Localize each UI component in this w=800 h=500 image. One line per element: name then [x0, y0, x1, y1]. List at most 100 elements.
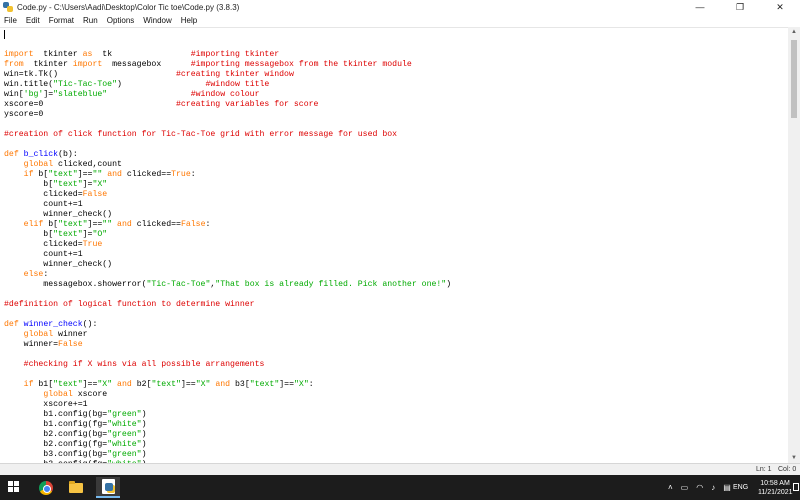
code-line: winner_check() [4, 210, 451, 220]
code-line: else: [4, 270, 451, 280]
wifi-icon[interactable]: ◠ [696, 483, 703, 492]
code-token: "text" [53, 230, 83, 239]
menu-window[interactable]: Window [143, 16, 171, 25]
code-line: import tkinter as tk #importing tkinter [4, 50, 451, 60]
code-line: winner_check() [4, 260, 451, 270]
notification-icon[interactable] [793, 483, 799, 491]
status-bar: Ln: 1 Col: 0 [0, 463, 800, 475]
code-token: "white" [107, 420, 142, 429]
menu-run[interactable]: Run [83, 16, 98, 25]
code-token: win[ [4, 90, 24, 99]
clock[interactable]: 10:58 AM 11/21/2021 [758, 479, 793, 497]
status-column: Col: 0 [778, 466, 797, 473]
chevron-up-icon[interactable]: ˄ [668, 483, 673, 492]
code-token: ) [141, 420, 147, 429]
code-token: xscore=0 [4, 100, 176, 109]
taskbar: ˄ ▭ ◠ ♪ ▤ ENG 10:58 AM 11/21/2021 [0, 475, 800, 500]
code-token: winner_check [23, 320, 83, 329]
volume-icon[interactable]: ♪ [711, 483, 715, 492]
code-editor[interactable]: import tkinter as tk #importing tkinter f… [0, 27, 788, 463]
network-icon[interactable]: ▤ [723, 483, 731, 492]
code-token: yscore=0 [4, 110, 44, 119]
code-token: b2.config(bg= [4, 430, 108, 439]
battery-icon[interactable]: ▭ [681, 483, 689, 492]
code-line: global clicked,count [4, 160, 451, 170]
vertical-scrollbar[interactable]: ▲ ▼ [788, 27, 800, 463]
code-token: b1.config(bg= [4, 410, 108, 419]
code-token: global [43, 390, 73, 399]
language-indicator[interactable]: ENG [733, 484, 748, 491]
code-token: import [72, 60, 103, 69]
code-line: winner=False [4, 340, 451, 350]
minimize-button[interactable]: — [680, 0, 720, 14]
scrollbar-thumb[interactable] [791, 40, 797, 118]
code-token: tkinter [33, 50, 83, 59]
menu-format[interactable]: Format [49, 16, 74, 25]
code-token: ]= [82, 230, 93, 239]
code-token: b1[ [33, 380, 54, 389]
code-token: False [58, 340, 83, 349]
maximize-button[interactable]: ❐ [720, 0, 760, 14]
clock-time: 10:58 AM [760, 480, 790, 487]
code-token: #creation of click function for Tic-Tac-… [4, 130, 398, 139]
code-token: winner [53, 330, 88, 339]
code-line: xscore=0 #creating variables for score [4, 100, 451, 110]
code-token: #definition of logical function to deter… [4, 300, 255, 309]
taskbar-file-explorer[interactable] [64, 477, 88, 498]
code-token: "green" [107, 410, 142, 419]
code-token: ]== [87, 220, 103, 229]
windows-start-icon[interactable] [8, 481, 20, 493]
code-line: global winner [4, 330, 451, 340]
code-line: def b_click(b): [4, 150, 451, 160]
menu-options[interactable]: Options [107, 16, 135, 25]
code-token: ) [141, 450, 147, 459]
code-token: clicked== [131, 220, 181, 229]
scroll-down-icon[interactable]: ▼ [788, 453, 800, 463]
code-token: and [117, 220, 132, 229]
code-token: : [308, 380, 314, 389]
code-token: if [23, 380, 34, 389]
code-token: xscore+=1 [4, 400, 88, 409]
code-token: False [82, 190, 108, 199]
code-token: tkinter [23, 60, 73, 69]
code-token: and [117, 380, 132, 389]
code-token: "white" [107, 440, 142, 449]
code-token: ) [446, 280, 452, 289]
close-button[interactable]: ✕ [760, 0, 800, 14]
code-token: #checking if X wins via all possible arr… [23, 360, 265, 369]
scroll-up-icon[interactable]: ▲ [788, 27, 800, 37]
python-idle-icon [3, 2, 13, 12]
code-line: b2.config(bg="green") [4, 430, 451, 440]
code-token: ) [141, 440, 147, 449]
code-token: "O" [92, 230, 108, 239]
menu-file[interactable]: File [4, 16, 17, 25]
code-line: xscore+=1 [4, 400, 451, 410]
code-line: #definition of logical function to deter… [4, 300, 451, 310]
code-token: global [23, 160, 54, 169]
code-token: b2[ [131, 380, 152, 389]
system-tray: ˄ ▭ ◠ ♪ ▤ [668, 475, 731, 500]
code-line: b["text"]="X" [4, 180, 451, 190]
taskbar-chrome[interactable] [34, 477, 58, 498]
code-token: "green" [107, 430, 142, 439]
code-line: #checking if X wins via all possible arr… [4, 360, 451, 370]
code-line: count+=1 [4, 200, 451, 210]
taskbar-idle[interactable] [96, 477, 120, 498]
code-line: b["text"]="O" [4, 230, 451, 240]
code-line: clicked=True [4, 240, 451, 250]
code-token: messagebox.showerror( [4, 280, 147, 289]
menu-edit[interactable]: Edit [26, 16, 40, 25]
code-line: b3.config(bg="green") [4, 450, 451, 460]
code-token: "" [92, 170, 103, 179]
menu-help[interactable]: Help [181, 16, 197, 25]
title-bar: Code.py - C:\Users\Aadi\Desktop\Color Ti… [0, 0, 800, 14]
code-token: and [107, 170, 122, 179]
